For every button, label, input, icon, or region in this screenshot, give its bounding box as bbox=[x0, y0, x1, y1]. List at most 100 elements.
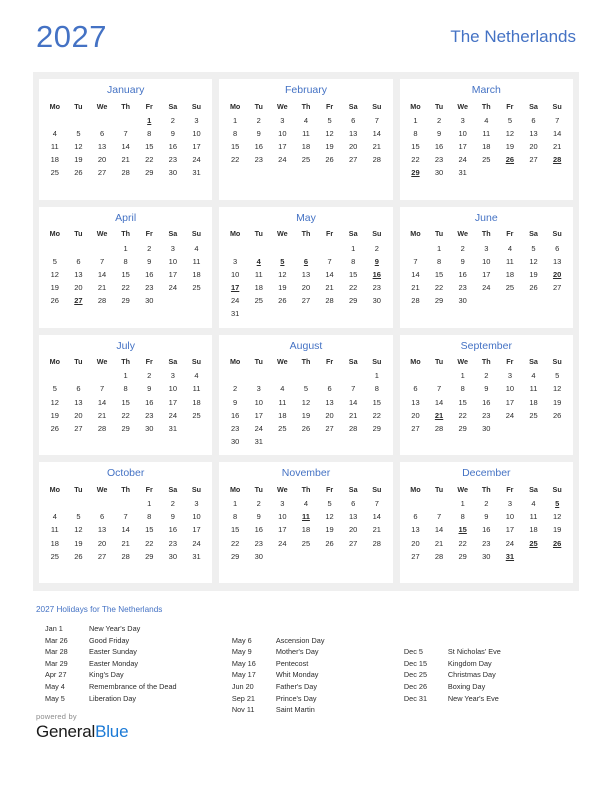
day-cell[interactable]: 20 bbox=[67, 409, 91, 422]
day-cell[interactable]: 6 bbox=[67, 255, 91, 268]
day-cell[interactable]: 25 bbox=[498, 281, 522, 294]
day-cell[interactable]: 25 bbox=[185, 281, 209, 294]
day-cell[interactable]: 2 bbox=[451, 241, 475, 254]
day-cell[interactable]: 23 bbox=[427, 153, 451, 166]
day-cell[interactable]: 16 bbox=[161, 523, 185, 536]
day-cell[interactable]: 5 bbox=[545, 369, 569, 382]
day-cell[interactable]: 9 bbox=[427, 127, 451, 140]
day-cell[interactable]: 26 bbox=[318, 537, 342, 550]
day-cell[interactable]: 28 bbox=[114, 550, 138, 563]
day-cell[interactable]: 18 bbox=[185, 268, 209, 281]
day-cell[interactable]: 7 bbox=[318, 255, 342, 268]
day-cell-holiday[interactable]: 9 bbox=[365, 255, 389, 268]
day-cell[interactable]: 21 bbox=[427, 537, 451, 550]
day-cell[interactable]: 14 bbox=[114, 523, 138, 536]
day-cell[interactable]: 18 bbox=[498, 268, 522, 281]
day-cell[interactable]: 9 bbox=[223, 396, 247, 409]
day-cell[interactable]: 8 bbox=[451, 510, 475, 523]
day-cell[interactable]: 3 bbox=[498, 497, 522, 510]
day-cell[interactable]: 17 bbox=[498, 396, 522, 409]
day-cell[interactable]: 28 bbox=[365, 537, 389, 550]
day-cell[interactable]: 14 bbox=[365, 127, 389, 140]
day-cell[interactable]: 4 bbox=[522, 369, 546, 382]
day-cell[interactable]: 7 bbox=[545, 114, 569, 127]
day-cell[interactable]: 24 bbox=[498, 537, 522, 550]
day-cell[interactable]: 15 bbox=[341, 268, 365, 281]
day-cell[interactable]: 29 bbox=[137, 166, 161, 179]
day-cell[interactable]: 8 bbox=[114, 382, 138, 395]
day-cell[interactable]: 12 bbox=[67, 523, 91, 536]
day-cell[interactable]: 1 bbox=[114, 241, 138, 254]
day-cell[interactable]: 10 bbox=[161, 255, 185, 268]
day-cell[interactable]: 12 bbox=[545, 382, 569, 395]
day-cell[interactable]: 13 bbox=[90, 140, 114, 153]
day-cell-holiday[interactable]: 1 bbox=[137, 114, 161, 127]
day-cell[interactable]: 10 bbox=[474, 255, 498, 268]
day-cell[interactable]: 10 bbox=[498, 510, 522, 523]
day-cell[interactable]: 2 bbox=[137, 369, 161, 382]
day-cell[interactable]: 9 bbox=[247, 510, 271, 523]
day-cell[interactable]: 15 bbox=[137, 140, 161, 153]
day-cell[interactable]: 9 bbox=[474, 510, 498, 523]
day-cell[interactable]: 25 bbox=[185, 409, 209, 422]
day-cell[interactable]: 7 bbox=[341, 382, 365, 395]
day-cell[interactable]: 28 bbox=[114, 166, 138, 179]
day-cell[interactable]: 3 bbox=[185, 114, 209, 127]
day-cell[interactable]: 6 bbox=[545, 241, 569, 254]
day-cell[interactable]: 28 bbox=[427, 422, 451, 435]
day-cell[interactable]: 26 bbox=[43, 422, 67, 435]
day-cell[interactable]: 17 bbox=[185, 523, 209, 536]
day-cell[interactable]: 3 bbox=[161, 369, 185, 382]
day-cell[interactable]: 24 bbox=[451, 153, 475, 166]
day-cell[interactable]: 27 bbox=[545, 281, 569, 294]
day-cell[interactable]: 20 bbox=[67, 281, 91, 294]
day-cell[interactable]: 20 bbox=[294, 281, 318, 294]
day-cell[interactable]: 25 bbox=[294, 153, 318, 166]
day-cell[interactable]: 11 bbox=[185, 255, 209, 268]
day-cell[interactable]: 30 bbox=[451, 294, 475, 307]
day-cell[interactable]: 30 bbox=[137, 294, 161, 307]
day-cell[interactable]: 1 bbox=[223, 114, 247, 127]
day-cell[interactable]: 23 bbox=[223, 422, 247, 435]
day-cell[interactable]: 8 bbox=[223, 127, 247, 140]
day-cell-holiday[interactable]: 5 bbox=[271, 255, 295, 268]
day-cell[interactable]: 24 bbox=[498, 409, 522, 422]
day-cell[interactable]: 13 bbox=[67, 396, 91, 409]
day-cell[interactable]: 13 bbox=[341, 127, 365, 140]
day-cell-holiday[interactable]: 27 bbox=[67, 294, 91, 307]
day-cell[interactable]: 13 bbox=[90, 523, 114, 536]
day-cell[interactable]: 15 bbox=[404, 140, 428, 153]
day-cell[interactable]: 31 bbox=[247, 435, 271, 448]
day-cell[interactable]: 29 bbox=[114, 422, 138, 435]
day-cell[interactable]: 10 bbox=[498, 382, 522, 395]
day-cell[interactable]: 18 bbox=[294, 140, 318, 153]
day-cell[interactable]: 6 bbox=[90, 510, 114, 523]
day-cell[interactable]: 24 bbox=[185, 537, 209, 550]
day-cell[interactable]: 19 bbox=[318, 140, 342, 153]
day-cell[interactable]: 11 bbox=[474, 127, 498, 140]
day-cell[interactable]: 7 bbox=[365, 114, 389, 127]
day-cell[interactable]: 25 bbox=[522, 409, 546, 422]
day-cell[interactable]: 10 bbox=[185, 127, 209, 140]
day-cell-holiday[interactable]: 5 bbox=[545, 497, 569, 510]
day-cell[interactable]: 13 bbox=[294, 268, 318, 281]
day-cell[interactable]: 11 bbox=[271, 396, 295, 409]
day-cell[interactable]: 29 bbox=[137, 550, 161, 563]
day-cell[interactable]: 7 bbox=[404, 255, 428, 268]
day-cell-holiday[interactable]: 26 bbox=[545, 537, 569, 550]
day-cell[interactable]: 9 bbox=[247, 127, 271, 140]
day-cell[interactable]: 27 bbox=[67, 422, 91, 435]
day-cell[interactable]: 2 bbox=[161, 114, 185, 127]
day-cell[interactable]: 20 bbox=[522, 140, 546, 153]
day-cell[interactable]: 16 bbox=[474, 523, 498, 536]
day-cell[interactable]: 5 bbox=[67, 510, 91, 523]
day-cell[interactable]: 11 bbox=[43, 523, 67, 536]
day-cell[interactable]: 1 bbox=[223, 497, 247, 510]
day-cell[interactable]: 19 bbox=[43, 409, 67, 422]
day-cell[interactable]: 4 bbox=[474, 114, 498, 127]
day-cell[interactable]: 7 bbox=[365, 497, 389, 510]
day-cell[interactable]: 1 bbox=[341, 241, 365, 254]
day-cell[interactable]: 20 bbox=[341, 523, 365, 536]
day-cell[interactable]: 30 bbox=[474, 422, 498, 435]
day-cell[interactable]: 15 bbox=[114, 268, 138, 281]
